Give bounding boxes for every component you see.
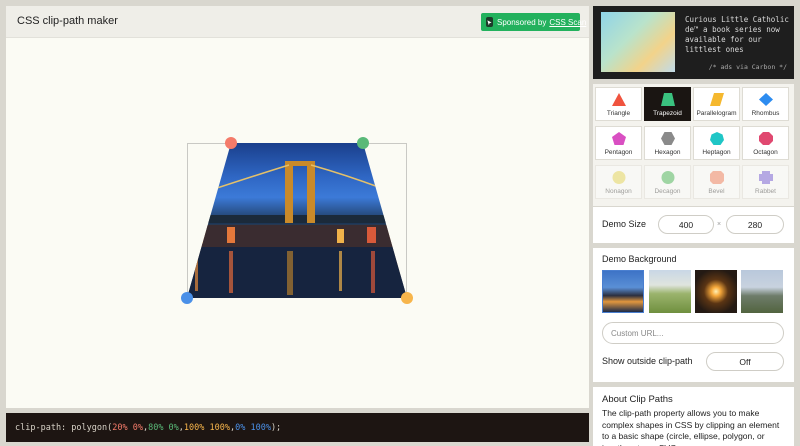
shape-label: Nonagon bbox=[605, 188, 632, 195]
code-prefix: clip-path: polygon( bbox=[15, 422, 113, 433]
trapezoid-icon bbox=[660, 93, 675, 106]
css-output[interactable]: clip-path: polygon( 20% 0% , 80% 0% , 10… bbox=[6, 413, 589, 442]
sponsor-prefix: Sponsored by bbox=[497, 17, 547, 27]
pentagon-icon bbox=[611, 132, 626, 145]
shape-parallelogram[interactable]: Parallelogram bbox=[693, 87, 740, 121]
css-scan-icon bbox=[486, 17, 493, 27]
shape-trapezoid[interactable]: Trapezoid bbox=[644, 87, 691, 121]
sponsor-link[interactable]: CSS Scan bbox=[549, 18, 586, 27]
editor-header: CSS clip-path maker Sponsored by CSS Sca… bbox=[6, 6, 589, 38]
demo-size-panel: Demo Size 400 × 280 bbox=[593, 207, 794, 243]
rhombus-icon bbox=[758, 93, 773, 106]
shape-label: Triangle bbox=[606, 110, 631, 117]
code-point-4: 0% 100% bbox=[235, 422, 271, 433]
shape-label: Decagon bbox=[654, 188, 681, 195]
shape-label: Trapezoid bbox=[653, 110, 682, 117]
background-thumb-landscape[interactable] bbox=[649, 270, 691, 313]
about-title: About Clip Paths bbox=[602, 394, 673, 405]
background-thumb-sparkler[interactable] bbox=[695, 270, 737, 313]
hexagon-icon bbox=[660, 132, 675, 145]
shape-rabbet[interactable]: Rabbet bbox=[742, 165, 789, 199]
carbon-ad[interactable]: Curious Little Catholic de™ a book serie… bbox=[593, 6, 794, 79]
shape-triangle[interactable]: Triangle bbox=[595, 87, 642, 121]
shape-pentagon[interactable]: Pentagon bbox=[595, 126, 642, 160]
ad-image[interactable] bbox=[601, 12, 675, 72]
shape-rhombus[interactable]: Rhombus bbox=[742, 87, 789, 121]
shape-nonagon[interactable]: Nonagon bbox=[595, 165, 642, 199]
demo-background-panel: Demo Background Custom URL... Show outsi… bbox=[593, 248, 794, 382]
background-thumb-bridge[interactable] bbox=[602, 270, 644, 313]
shape-hexagon[interactable]: Hexagon bbox=[644, 126, 691, 160]
heptagon-icon bbox=[709, 132, 724, 145]
shape-label: Parallelogram bbox=[696, 110, 737, 117]
demo-height-input[interactable]: 280 bbox=[726, 215, 784, 234]
custom-url-input[interactable]: Custom URL... bbox=[602, 322, 784, 344]
code-suffix: ); bbox=[270, 422, 282, 433]
nonagon-icon bbox=[612, 171, 625, 184]
editor-panel: CSS clip-path maker Sponsored by CSS Sca… bbox=[6, 6, 589, 408]
ad-via[interactable]: /* ads via Carbon */ bbox=[709, 63, 787, 71]
shape-decagon[interactable]: Decagon bbox=[644, 165, 691, 199]
shape-label: Rabbet bbox=[755, 188, 776, 195]
sponsor-button[interactable]: Sponsored by CSS Scan bbox=[481, 13, 586, 31]
shape-label: Pentagon bbox=[604, 149, 633, 156]
shape-octagon[interactable]: Octagon bbox=[742, 126, 789, 160]
about-body: The clip-path property allows you to mak… bbox=[602, 408, 780, 446]
octagon-icon bbox=[758, 132, 773, 145]
shape-label: Hexagon bbox=[654, 149, 681, 156]
decagon-icon bbox=[661, 171, 674, 184]
handle-top-right[interactable] bbox=[357, 137, 369, 149]
sidebar: Curious Little Catholic de™ a book serie… bbox=[593, 6, 794, 446]
about-panel: About Clip Paths The clip-path property … bbox=[593, 387, 794, 446]
demo-size-label: Demo Size bbox=[602, 219, 647, 229]
ad-text[interactable]: Curious Little Catholic de™ a book serie… bbox=[685, 15, 790, 55]
bevel-icon bbox=[709, 171, 724, 184]
clip-stage bbox=[6, 39, 589, 408]
shape-heptagon[interactable]: Heptagon bbox=[693, 126, 740, 160]
code-point-2: 80% 0% bbox=[148, 422, 179, 433]
demo-width-input[interactable]: 400 bbox=[658, 215, 714, 234]
demo-background-label: Demo Background bbox=[602, 254, 677, 264]
shape-label: Rhombus bbox=[751, 110, 780, 117]
handle-top-left[interactable] bbox=[225, 137, 237, 149]
show-outside-label: Show outside clip-path bbox=[602, 356, 693, 366]
parallelogram-icon bbox=[709, 93, 724, 106]
handle-bottom-right[interactable] bbox=[401, 292, 413, 304]
times-icon: × bbox=[717, 221, 722, 228]
shape-bevel[interactable]: Bevel bbox=[693, 165, 740, 199]
shape-grid: Triangle Trapezoid Parallelogram Rhombus… bbox=[593, 84, 794, 206]
code-point-1: 20% 0% bbox=[112, 422, 143, 433]
code-point-3: 100% 100% bbox=[183, 422, 230, 433]
triangle-icon bbox=[611, 93, 626, 106]
rabbet-icon bbox=[758, 171, 773, 184]
show-outside-toggle[interactable]: Off bbox=[706, 352, 784, 371]
shape-label: Bevel bbox=[708, 188, 725, 195]
shape-label: Heptagon bbox=[702, 149, 731, 156]
background-thumb-field[interactable] bbox=[741, 270, 783, 313]
shape-label: Octagon bbox=[753, 149, 778, 156]
handle-bottom-left[interactable] bbox=[181, 292, 193, 304]
app-title: CSS clip-path maker bbox=[17, 15, 118, 27]
